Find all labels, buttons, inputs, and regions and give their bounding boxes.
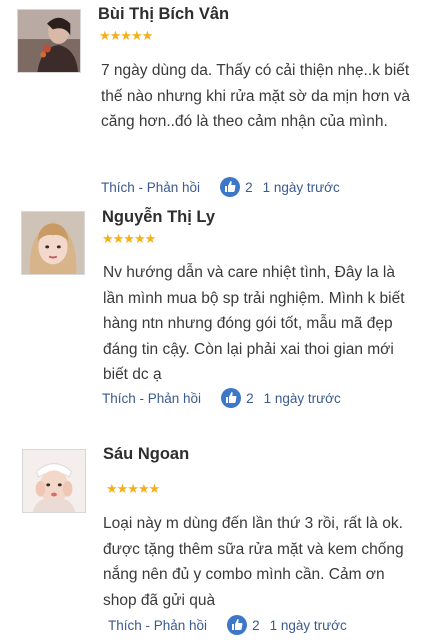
- thumbs-up-icon[interactable]: [221, 388, 242, 408]
- reviewer-name: Sáu Ngoan: [103, 445, 190, 463]
- like-count: 2: [246, 390, 254, 406]
- review-comment: Loại này m dùng đến lần thứ 3 rồi, rất l…: [103, 515, 404, 609]
- thumbs-up-icon[interactable]: [227, 615, 248, 635]
- review-actions: Thích - Phản hồi 2 1 ngày trước: [101, 177, 340, 197]
- like-count: 2: [252, 617, 260, 633]
- avatar: [22, 449, 86, 513]
- review-actions: Thích - Phản hồi 2 1 ngày trước: [102, 388, 341, 408]
- like-reply-link[interactable]: Thích - Phản hồi: [101, 180, 200, 195]
- star-rating: ★★★★★: [106, 481, 160, 496]
- review-time: 1 ngày trước: [262, 179, 340, 195]
- avatar-image: [23, 450, 85, 512]
- review-time: 1 ngày trước: [263, 390, 341, 406]
- like-reply-link[interactable]: Thích - Phản hồi: [102, 391, 201, 406]
- review-comment: 7 ngày dùng da. Thấy có cải thiện nhẹ..k…: [101, 62, 411, 130]
- avatar-image: [22, 212, 84, 274]
- reviewer-name: Nguyễn Thị Ly: [102, 208, 216, 226]
- avatar-image: [18, 10, 80, 72]
- star-rating: ★★★★★: [99, 28, 153, 43]
- avatar: [17, 9, 81, 73]
- review-actions: Thích - Phản hồi 2 1 ngày trước: [108, 615, 347, 635]
- reviewer-name: Bùi Thị Bích Vân: [98, 5, 230, 23]
- avatar: [21, 211, 85, 275]
- like-count: 2: [245, 179, 253, 195]
- review-comment: Nv hướng dẫn và care nhiệt tình, Đây la …: [103, 264, 405, 383]
- thumbs-up-icon[interactable]: [220, 177, 241, 197]
- star-rating: ★★★★★: [102, 231, 156, 246]
- like-reply-link[interactable]: Thích - Phản hồi: [108, 618, 207, 633]
- review-time: 1 ngày trước: [269, 617, 347, 633]
